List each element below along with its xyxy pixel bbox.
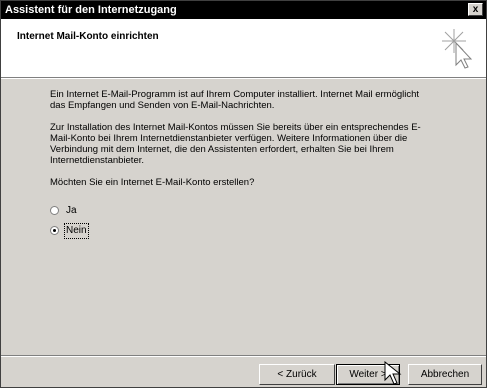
wizard-header: Internet Mail-Konto einrichten	[1, 19, 486, 77]
info-paragraph: Zur Installation des Internet Mail-Konto…	[50, 122, 421, 166]
radio-label[interactable]: Nein	[64, 223, 89, 239]
header-divider-highlight	[1, 78, 486, 79]
close-button[interactable]: x	[468, 3, 483, 16]
mouse-pointer-icon	[384, 361, 402, 385]
page-title: Internet Mail-Konto einrichten	[17, 31, 159, 42]
radio-button[interactable]	[50, 226, 59, 235]
radio-label[interactable]: Ja	[66, 204, 77, 218]
footer-divider-highlight	[1, 356, 486, 357]
question-text: Möchten Sie ein Internet E-Mail-Konto er…	[50, 177, 255, 188]
intro-paragraph: Ein Internet E-Mail-Programm ist auf Ihr…	[50, 89, 420, 111]
wizard-body: Ein Internet E-Mail-Programm ist auf Ihr…	[50, 89, 430, 199]
wizard-window: Assistent für den Internetzugang x Inter…	[0, 0, 487, 388]
wizard-icon	[442, 29, 473, 69]
window-title: Assistent für den Internetzugang	[5, 4, 177, 16]
cancel-button[interactable]: Abbrechen	[408, 364, 482, 385]
back-button[interactable]: < Zurück	[259, 364, 335, 385]
title-bar[interactable]: Assistent für den Internetzugang x	[1, 1, 486, 19]
radio-button[interactable]	[50, 206, 59, 215]
